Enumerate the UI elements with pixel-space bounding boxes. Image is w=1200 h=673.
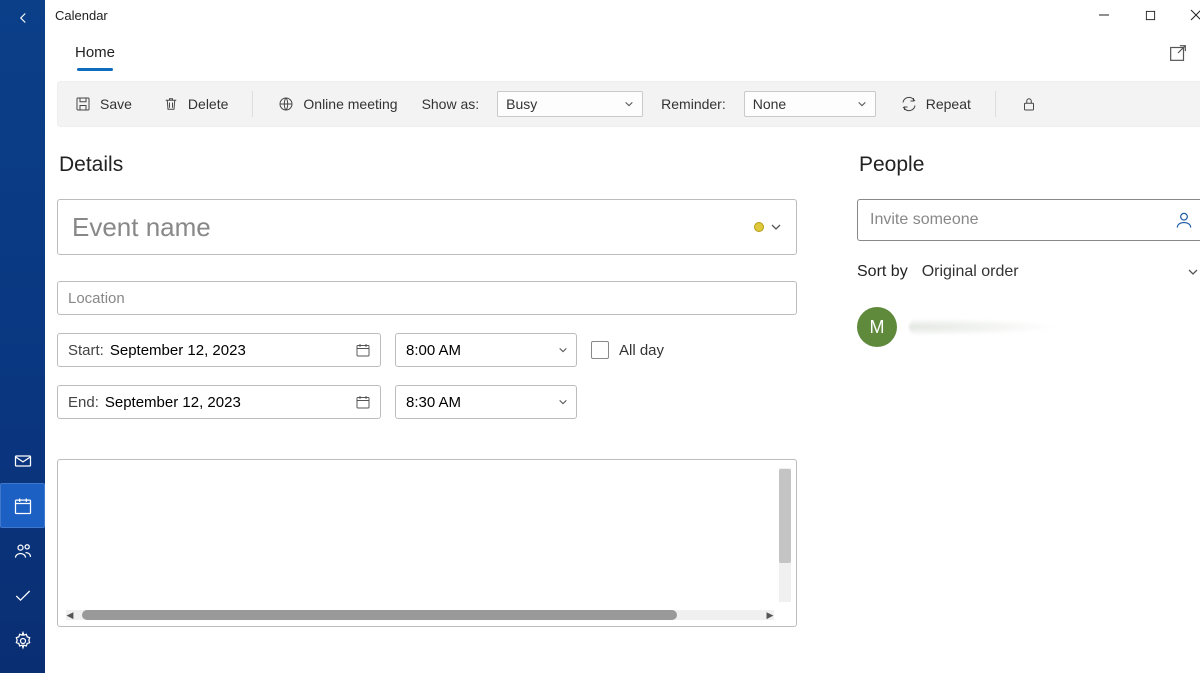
close-button[interactable] — [1173, 0, 1200, 30]
calendar-icon — [354, 341, 372, 359]
horizontal-scrollbar[interactable]: ◀ ▶ — [66, 610, 774, 620]
chevron-down-icon — [624, 99, 634, 109]
maximize-icon — [1145, 10, 1156, 21]
event-name-field[interactable] — [57, 199, 797, 255]
start-date-value: September 12, 2023 — [110, 342, 246, 359]
main-area: Calendar Home Save Delete — [45, 0, 1200, 673]
checkbox-box[interactable] — [591, 341, 609, 359]
vertical-scrollbar[interactable] — [779, 468, 791, 602]
lock-icon — [1020, 95, 1038, 113]
toolbar-divider — [252, 91, 253, 117]
repeat-icon — [900, 95, 918, 113]
online-meeting-button[interactable]: Online meeting — [271, 91, 403, 117]
start-label: Start: — [68, 342, 104, 359]
description-textarea[interactable] — [80, 470, 756, 592]
people-icon — [13, 541, 33, 561]
private-button[interactable] — [1014, 91, 1044, 117]
repeat-button[interactable]: Repeat — [894, 91, 977, 117]
save-icon — [74, 95, 92, 113]
start-time-value: 8:00 AM — [406, 342, 461, 359]
delete-label: Delete — [188, 96, 228, 112]
event-name-input[interactable] — [72, 212, 754, 243]
chevron-down-icon — [558, 397, 568, 407]
location-field[interactable] — [57, 281, 797, 315]
close-icon — [1190, 9, 1200, 21]
back-button[interactable] — [0, 4, 45, 32]
calendar-icon — [354, 393, 372, 411]
end-time-value: 8:30 AM — [406, 394, 461, 411]
attendee-name-redacted — [909, 318, 1059, 336]
show-as-dropdown[interactable]: Busy — [497, 91, 643, 117]
save-button[interactable]: Save — [68, 91, 138, 117]
save-label: Save — [100, 96, 132, 112]
nav-todo[interactable] — [0, 573, 45, 618]
nav-calendar[interactable] — [0, 483, 45, 528]
start-date-field[interactable]: Start: September 12, 2023 — [57, 333, 381, 367]
show-as-value: Busy — [506, 96, 537, 112]
all-day-checkbox[interactable]: All day — [591, 341, 664, 359]
end-date-value: September 12, 2023 — [105, 394, 241, 411]
chevron-down-icon — [558, 345, 568, 355]
chevron-down-icon[interactable] — [770, 221, 782, 233]
minimize-icon — [1098, 9, 1110, 21]
start-time-field[interactable]: 8:00 AM — [395, 333, 577, 367]
tabs-row: Home — [45, 30, 1200, 69]
nav-settings[interactable] — [0, 618, 45, 663]
reminder-label: Reminder: — [661, 96, 726, 112]
online-meeting-label: Online meeting — [303, 96, 397, 112]
reminder-dropdown[interactable]: None — [744, 91, 876, 117]
nav-rail — [0, 0, 45, 673]
mail-icon — [13, 451, 33, 471]
description-field[interactable]: ◀ ▶ — [57, 459, 797, 627]
repeat-label: Repeat — [926, 96, 971, 112]
end-label: End: — [68, 394, 99, 411]
details-panel: Details Start: September 12, 2023 8:00 A… — [57, 147, 797, 627]
avatar: M — [857, 307, 897, 347]
calendar-icon — [13, 496, 33, 516]
event-color-dot — [754, 222, 764, 232]
popout-icon — [1167, 42, 1189, 64]
reminder-value: None — [753, 96, 786, 112]
people-panel: People Sort by Original order M — [857, 147, 1200, 627]
people-heading: People — [859, 153, 1200, 177]
title-bar: Calendar — [45, 0, 1200, 30]
invite-input[interactable] — [870, 211, 1174, 229]
nav-mail[interactable] — [0, 438, 45, 483]
sort-value: Original order — [922, 263, 1019, 281]
nav-people[interactable] — [0, 528, 45, 573]
chevron-down-icon — [857, 99, 867, 109]
ribbon-toolbar: Save Delete Online meeting Show as: Busy… — [57, 81, 1200, 127]
avatar-initial: M — [870, 317, 885, 338]
sort-label: Sort by — [857, 263, 908, 281]
delete-button[interactable]: Delete — [156, 91, 234, 117]
sort-dropdown[interactable]: Sort by Original order — [857, 263, 1200, 281]
minimize-button[interactable] — [1081, 0, 1127, 30]
invite-field[interactable] — [857, 199, 1200, 241]
details-heading: Details — [59, 153, 797, 177]
check-icon — [13, 586, 33, 606]
maximize-button[interactable] — [1127, 0, 1173, 30]
trash-icon — [162, 95, 180, 113]
all-day-label: All day — [619, 342, 664, 359]
globe-icon — [277, 95, 295, 113]
gear-icon — [13, 631, 33, 651]
window-title: Calendar — [55, 8, 108, 23]
attendee-row[interactable]: M — [857, 307, 1200, 347]
chevron-down-icon — [1187, 266, 1199, 278]
popout-button[interactable] — [1167, 42, 1189, 69]
tab-home[interactable]: Home — [73, 42, 117, 69]
person-icon — [1174, 210, 1194, 230]
arrow-left-icon — [14, 9, 32, 27]
end-time-field[interactable]: 8:30 AM — [395, 385, 577, 419]
location-input[interactable] — [68, 290, 786, 307]
toolbar-divider — [995, 91, 996, 117]
end-date-field[interactable]: End: September 12, 2023 — [57, 385, 381, 419]
show-as-label: Show as: — [422, 96, 480, 112]
